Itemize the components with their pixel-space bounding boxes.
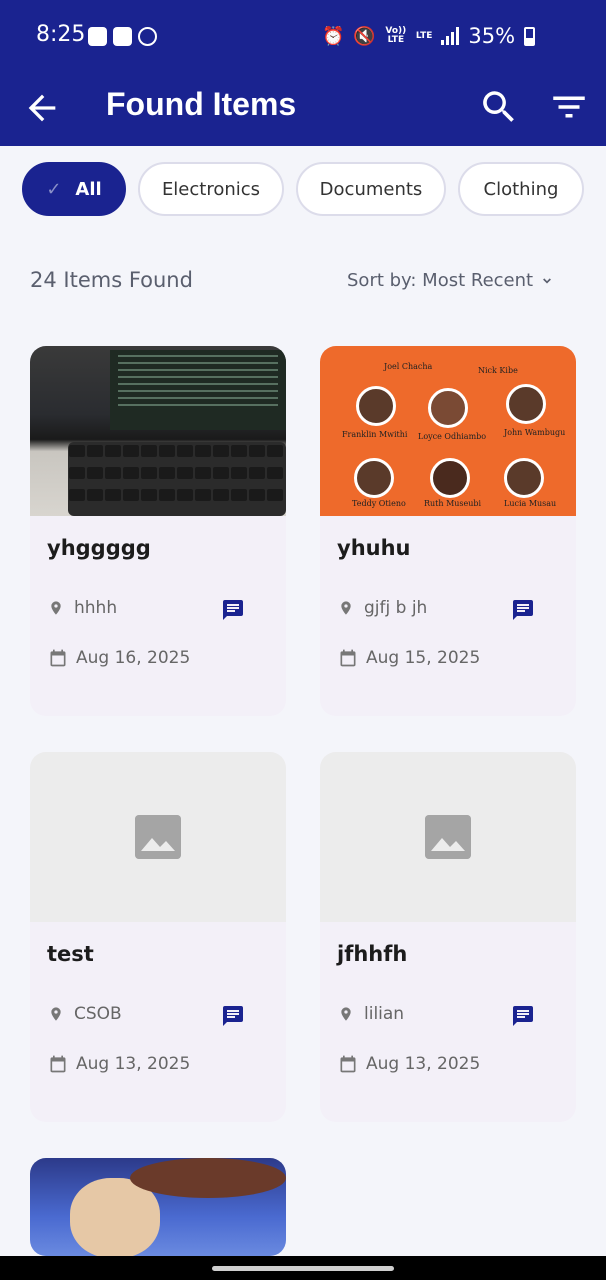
sort-dropdown[interactable]: Sort by: Most Recent <box>347 270 555 291</box>
message-button[interactable] <box>220 598 246 622</box>
item-card[interactable] <box>30 1158 286 1256</box>
image-placeholder-icon <box>135 815 181 859</box>
back-button[interactable] <box>22 88 62 128</box>
volte-indicator: Vo)) LTE <box>385 26 407 45</box>
date-text: Aug 15, 2025 <box>366 648 481 668</box>
poster-name: Ruth Museubi <box>424 499 482 508</box>
message-icon <box>513 600 533 620</box>
item-location: hhhh <box>48 598 117 618</box>
item-photo-placeholder <box>30 752 286 922</box>
home-handle[interactable] <box>212 1266 394 1271</box>
whatsapp-icon <box>138 27 157 46</box>
poster-name: Nick Kibe <box>478 366 518 375</box>
location-text: CSOB <box>74 1004 122 1024</box>
page-title: Found Items <box>106 86 297 122</box>
message-icon <box>223 600 243 620</box>
date-text: Aug 13, 2025 <box>76 1054 191 1074</box>
gallery-icon <box>88 27 107 46</box>
item-title: jfhhfh <box>337 942 408 966</box>
chip-label: Clothing <box>483 178 559 200</box>
status-bar: 8:25 ⏰ 🔇 Vo)) LTE LTE 35% <box>0 0 606 74</box>
alarm-icon: ⏰ <box>322 25 345 47</box>
battery-icon <box>524 26 536 46</box>
search-button[interactable] <box>478 86 520 128</box>
mute-icon: 🔇 <box>353 25 376 47</box>
poster-name: Joel Chacha <box>384 362 433 371</box>
calendar-icon <box>50 649 66 667</box>
chip-label: Electronics <box>161 178 261 200</box>
item-card[interactable]: jfhhfh lilian Aug 13, 2025 <box>320 752 576 1122</box>
app-notification-icon <box>113 27 132 46</box>
system-navigation-bar <box>0 1256 606 1280</box>
status-time: 8:25 <box>36 22 86 47</box>
location-text: hhhh <box>74 598 118 618</box>
app-bar: Found Items <box>0 74 606 146</box>
message-button[interactable] <box>510 1004 536 1028</box>
item-location: gjfj b jh <box>338 598 427 618</box>
item-card[interactable]: test CSOB Aug 13, 2025 <box>30 752 286 1122</box>
item-title: test <box>47 942 94 966</box>
chip-documents[interactable]: Documents <box>296 162 446 216</box>
item-date: Aug 16, 2025 <box>48 648 190 668</box>
item-card[interactable]: yhggggg hhhh Aug 16, 2025 <box>30 346 286 716</box>
item-photo <box>30 346 286 516</box>
date-text: Aug 16, 2025 <box>76 648 191 668</box>
message-icon <box>513 1006 533 1026</box>
message-icon <box>223 1006 243 1026</box>
item-date: Aug 13, 2025 <box>48 1054 190 1074</box>
sort-label: Sort by: Most Recent <box>347 270 534 291</box>
item-card[interactable]: Joel Chacha Nick Kibe Franklin Mwithi Lo… <box>320 346 576 716</box>
poster-name: Lucia Musau <box>504 499 557 508</box>
chip-clothing[interactable]: Clothing <box>458 162 584 216</box>
chip-electronics[interactable]: Electronics <box>138 162 284 216</box>
location-text: lilian <box>364 1004 405 1024</box>
calendar-icon <box>50 1055 66 1073</box>
item-photo <box>30 1158 286 1256</box>
poster-name: John Wambugu <box>504 428 566 437</box>
chip-label: All <box>75 178 102 200</box>
poster-name: Loyce Odhiambo <box>418 432 487 441</box>
lte-indicator: LTE <box>415 30 433 41</box>
item-photo-placeholder <box>320 752 576 922</box>
date-text: Aug 13, 2025 <box>366 1054 481 1074</box>
category-filter-chips: ✓ All Electronics Documents Clothing <box>22 162 606 218</box>
item-location: CSOB <box>48 1004 122 1024</box>
filter-icon <box>553 96 585 118</box>
arrow-left-icon <box>28 94 56 122</box>
notification-icons <box>88 27 157 46</box>
system-icons: ⏰ 🔇 Vo)) LTE LTE 35% <box>322 24 536 48</box>
calendar-icon <box>340 1055 356 1073</box>
search-icon <box>483 91 514 122</box>
location-text: gjfj b jh <box>364 598 428 618</box>
results-count: 24 Items Found <box>30 268 193 292</box>
image-placeholder-icon <box>425 815 471 859</box>
message-button[interactable] <box>220 1004 246 1028</box>
chip-label: Documents <box>319 178 423 200</box>
check-icon: ✓ <box>46 178 62 200</box>
chevron-down-icon <box>543 277 552 284</box>
message-button[interactable] <box>510 598 536 622</box>
calendar-icon <box>340 649 356 667</box>
location-pin-icon <box>51 601 61 615</box>
item-title: yhggggg <box>47 536 151 560</box>
item-photo: Joel Chacha Nick Kibe Franklin Mwithi Lo… <box>320 346 576 516</box>
poster-name: Teddy Otieno <box>352 499 406 508</box>
item-date: Aug 15, 2025 <box>338 648 480 668</box>
item-location: lilian <box>338 1004 404 1024</box>
signal-icon <box>441 27 460 45</box>
location-pin-icon <box>341 601 351 615</box>
battery-percent: 35% <box>468 24 516 48</box>
chip-all[interactable]: ✓ All <box>22 162 126 216</box>
location-pin-icon <box>51 1007 61 1021</box>
poster-name: Franklin Mwithi <box>342 430 408 439</box>
location-pin-icon <box>341 1007 351 1021</box>
filter-button[interactable] <box>548 86 590 128</box>
item-title: yhuhu <box>337 536 411 560</box>
item-date: Aug 13, 2025 <box>338 1054 480 1074</box>
